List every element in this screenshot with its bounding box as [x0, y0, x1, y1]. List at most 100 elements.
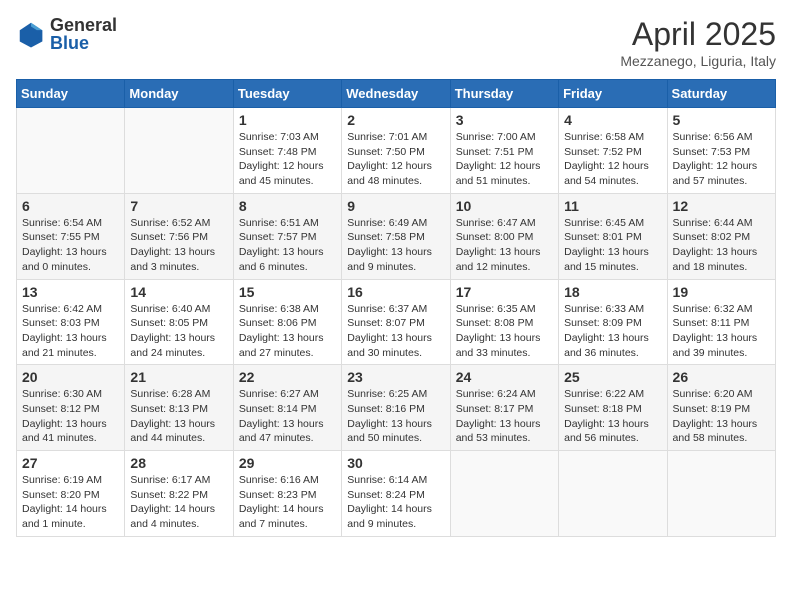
calendar-week-row: 13 Sunrise: 6:42 AM Sunset: 8:03 PM Dayli… [17, 279, 776, 365]
day-number: 23 [347, 369, 444, 385]
day-info: Sunrise: 6:42 AM Sunset: 8:03 PM Dayligh… [22, 302, 119, 361]
day-number: 24 [456, 369, 553, 385]
calendar-day-cell: 21 Sunrise: 6:28 AM Sunset: 8:13 PM Dayli… [125, 365, 233, 451]
calendar-day-cell [559, 451, 667, 537]
calendar-day-cell: 30 Sunrise: 6:14 AM Sunset: 8:24 PM Dayli… [342, 451, 450, 537]
calendar-day-cell: 15Sunrise: 6:38 AM Sunset: 8:06 PM Dayli… [233, 279, 341, 365]
day-info: Sunrise: 6:52 AM Sunset: 7:56 PM Dayligh… [130, 216, 227, 275]
day-number: 27 [22, 455, 119, 471]
day-info: Sunrise: 6:25 AM Sunset: 8:16 PM Dayligh… [347, 387, 444, 446]
day-number: 12 [673, 198, 770, 214]
day-number: 8 [239, 198, 336, 214]
calendar-day-cell: 12 Sunrise: 6:44 AM Sunset: 8:02 PM Dayli… [667, 193, 775, 279]
day-info: Sunrise: 7:03 AM Sunset: 7:48 PM Dayligh… [239, 130, 336, 189]
day-number: 22 [239, 369, 336, 385]
calendar-day-cell: 25 Sunrise: 6:22 AM Sunset: 8:18 PM Dayli… [559, 365, 667, 451]
day-info: Sunrise: 6:24 AM Sunset: 8:17 PM Dayligh… [456, 387, 553, 446]
calendar-table: SundayMondayTuesdayWednesdayThursdayFrid… [16, 79, 776, 537]
calendar-day-cell [17, 108, 125, 194]
calendar-day-cell: 16 Sunrise: 6:37 AM Sunset: 8:07 PM Dayli… [342, 279, 450, 365]
calendar-header-row: SundayMondayTuesdayWednesdayThursdayFrid… [17, 80, 776, 108]
day-info: Sunrise: 6:32 AM Sunset: 8:11 PM Dayligh… [673, 302, 770, 361]
calendar-day-cell: 1 Sunrise: 7:03 AM Sunset: 7:48 PM Daylig… [233, 108, 341, 194]
day-info: Sunrise: 6:19 AM Sunset: 8:20 PM Dayligh… [22, 473, 119, 532]
day-number: 13 [22, 284, 119, 300]
month-title: April 2025 [620, 16, 776, 53]
weekday-header: Saturday [667, 80, 775, 108]
day-info: Sunrise: 6:51 AM Sunset: 7:57 PM Dayligh… [239, 216, 336, 275]
day-number: 7 [130, 198, 227, 214]
calendar-day-cell: 10 Sunrise: 6:47 AM Sunset: 8:00 PM Dayli… [450, 193, 558, 279]
calendar-day-cell: 6 Sunrise: 6:54 AM Sunset: 7:55 PM Daylig… [17, 193, 125, 279]
calendar-day-cell: 27 Sunrise: 6:19 AM Sunset: 8:20 PM Dayli… [17, 451, 125, 537]
logo-blue-text: Blue [50, 34, 117, 52]
day-info: Sunrise: 6:16 AM Sunset: 8:23 PM Dayligh… [239, 473, 336, 532]
calendar-day-cell: 11 Sunrise: 6:45 AM Sunset: 8:01 PM Dayli… [559, 193, 667, 279]
calendar-day-cell: 24 Sunrise: 6:24 AM Sunset: 8:17 PM Dayli… [450, 365, 558, 451]
day-info: Sunrise: 6:45 AM Sunset: 8:01 PM Dayligh… [564, 216, 661, 275]
day-info: Sunrise: 6:44 AM Sunset: 8:02 PM Dayligh… [673, 216, 770, 275]
day-number: 21 [130, 369, 227, 385]
day-info: Sunrise: 7:01 AM Sunset: 7:50 PM Dayligh… [347, 130, 444, 189]
weekday-header: Sunday [17, 80, 125, 108]
day-info: Sunrise: 6:27 AM Sunset: 8:14 PM Dayligh… [239, 387, 336, 446]
day-info: Sunrise: 6:33 AM Sunset: 8:09 PM Dayligh… [564, 302, 661, 361]
weekday-header: Thursday [450, 80, 558, 108]
title-block: April 2025 Mezzanego, Liguria, Italy [620, 16, 776, 69]
day-number: 14 [130, 284, 227, 300]
weekday-header: Wednesday [342, 80, 450, 108]
day-number: 2 [347, 112, 444, 128]
day-number: 19 [673, 284, 770, 300]
day-number: 5 [673, 112, 770, 128]
calendar-day-cell: 13 Sunrise: 6:42 AM Sunset: 8:03 PM Dayli… [17, 279, 125, 365]
day-number: 9 [347, 198, 444, 214]
page-header: General Blue April 2025 Mezzanego, Ligur… [16, 16, 776, 69]
day-info: Sunrise: 6:40 AM Sunset: 8:05 PM Dayligh… [130, 302, 227, 361]
calendar-day-cell: 4 Sunrise: 6:58 AM Sunset: 7:52 PM Daylig… [559, 108, 667, 194]
day-number: 29 [239, 455, 336, 471]
calendar-day-cell: 3Sunrise: 7:00 AM Sunset: 7:51 PM Daylig… [450, 108, 558, 194]
calendar-day-cell: 29 Sunrise: 6:16 AM Sunset: 8:23 PM Dayli… [233, 451, 341, 537]
day-number: 25 [564, 369, 661, 385]
day-info: Sunrise: 6:20 AM Sunset: 8:19 PM Dayligh… [673, 387, 770, 446]
calendar-day-cell: 26 Sunrise: 6:20 AM Sunset: 8:19 PM Dayli… [667, 365, 775, 451]
day-info: Sunrise: 6:30 AM Sunset: 8:12 PM Dayligh… [22, 387, 119, 446]
day-number: 11 [564, 198, 661, 214]
weekday-header: Friday [559, 80, 667, 108]
calendar-week-row: 27 Sunrise: 6:19 AM Sunset: 8:20 PM Dayli… [17, 451, 776, 537]
calendar-day-cell [450, 451, 558, 537]
day-number: 20 [22, 369, 119, 385]
calendar-day-cell: 18 Sunrise: 6:33 AM Sunset: 8:09 PM Dayli… [559, 279, 667, 365]
calendar-week-row: 6 Sunrise: 6:54 AM Sunset: 7:55 PM Daylig… [17, 193, 776, 279]
day-number: 28 [130, 455, 227, 471]
day-number: 18 [564, 284, 661, 300]
day-info: Sunrise: 6:37 AM Sunset: 8:07 PM Dayligh… [347, 302, 444, 361]
day-number: 1 [239, 112, 336, 128]
calendar-day-cell: 19 Sunrise: 6:32 AM Sunset: 8:11 PM Dayli… [667, 279, 775, 365]
day-info: Sunrise: 6:54 AM Sunset: 7:55 PM Dayligh… [22, 216, 119, 275]
day-info: Sunrise: 6:35 AM Sunset: 8:08 PM Dayligh… [456, 302, 553, 361]
day-info: Sunrise: 6:22 AM Sunset: 8:18 PM Dayligh… [564, 387, 661, 446]
day-number: 16 [347, 284, 444, 300]
day-number: 6 [22, 198, 119, 214]
calendar-day-cell: 14 Sunrise: 6:40 AM Sunset: 8:05 PM Dayli… [125, 279, 233, 365]
logo: General Blue [16, 16, 117, 52]
calendar-day-cell [667, 451, 775, 537]
calendar-week-row: 20 Sunrise: 6:30 AM Sunset: 8:12 PM Dayli… [17, 365, 776, 451]
calendar-day-cell: 23 Sunrise: 6:25 AM Sunset: 8:16 PM Dayli… [342, 365, 450, 451]
day-number: 26 [673, 369, 770, 385]
day-number: 10 [456, 198, 553, 214]
day-info: Sunrise: 6:47 AM Sunset: 8:00 PM Dayligh… [456, 216, 553, 275]
weekday-header: Tuesday [233, 80, 341, 108]
day-info: Sunrise: 6:56 AM Sunset: 7:53 PM Dayligh… [673, 130, 770, 189]
calendar-day-cell: 28 Sunrise: 6:17 AM Sunset: 8:22 PM Dayli… [125, 451, 233, 537]
day-info: Sunrise: 6:14 AM Sunset: 8:24 PM Dayligh… [347, 473, 444, 532]
day-number: 15 [239, 284, 336, 300]
day-info: Sunrise: 6:58 AM Sunset: 7:52 PM Dayligh… [564, 130, 661, 189]
day-number: 4 [564, 112, 661, 128]
day-info: Sunrise: 6:17 AM Sunset: 8:22 PM Dayligh… [130, 473, 227, 532]
day-info: Sunrise: 6:28 AM Sunset: 8:13 PM Dayligh… [130, 387, 227, 446]
day-number: 30 [347, 455, 444, 471]
calendar-day-cell: 17Sunrise: 6:35 AM Sunset: 8:08 PM Dayli… [450, 279, 558, 365]
calendar-day-cell: 2 Sunrise: 7:01 AM Sunset: 7:50 PM Daylig… [342, 108, 450, 194]
